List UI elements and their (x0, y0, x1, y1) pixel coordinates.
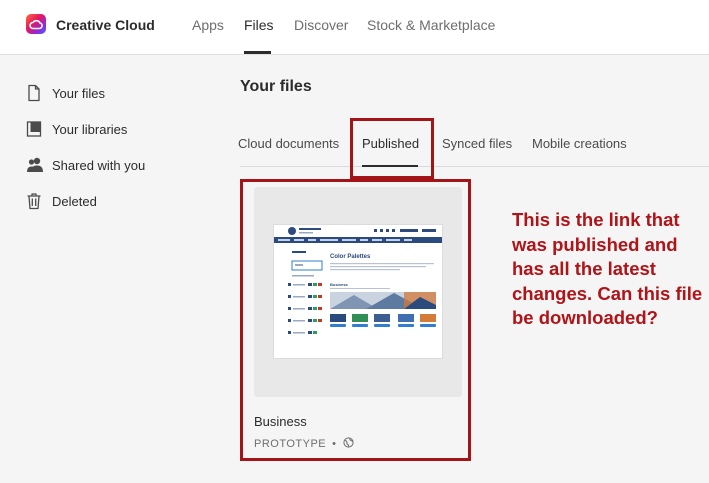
nav-active-indicator (244, 51, 271, 54)
tab-cloud-documents[interactable]: Cloud documents (238, 136, 339, 151)
file-icon (26, 84, 42, 102)
brand-name[interactable]: Creative Cloud (56, 17, 155, 33)
annotation-text: This is the link that was published and … (512, 209, 703, 328)
tab-mobile-creations[interactable]: Mobile creations (532, 136, 627, 151)
published-tab-highlight-box (350, 118, 434, 179)
tabs-divider (240, 166, 709, 167)
top-bar: Creative Cloud Apps Files Discover Stock… (0, 0, 709, 55)
trash-icon (26, 192, 42, 210)
nav-stock-marketplace[interactable]: Stock & Marketplace (367, 17, 495, 33)
tab-synced-files[interactable]: Synced files (442, 136, 512, 151)
nav-apps[interactable]: Apps (192, 17, 224, 33)
sidebar-item-your-libraries[interactable]: Your libraries (26, 119, 127, 139)
people-icon (26, 156, 43, 174)
sidebar-item-deleted[interactable]: Deleted (26, 191, 97, 211)
library-icon (26, 120, 42, 138)
file-card-highlight-box (240, 179, 471, 461)
sidebar-item-shared-with-you[interactable]: Shared with you (26, 155, 145, 175)
sidebar-item-label: Your libraries (52, 121, 128, 137)
page-title: Your files (240, 78, 312, 95)
nav-files[interactable]: Files (244, 17, 274, 33)
sidebar-item-your-files[interactable]: Your files (26, 83, 105, 103)
creative-cloud-logo-icon[interactable] (26, 14, 46, 34)
nav-discover[interactable]: Discover (294, 17, 348, 33)
sidebar-item-label: Deleted (52, 193, 97, 209)
sidebar-item-label: Shared with you (52, 157, 146, 173)
sidebar-item-label: Your files (52, 85, 105, 101)
